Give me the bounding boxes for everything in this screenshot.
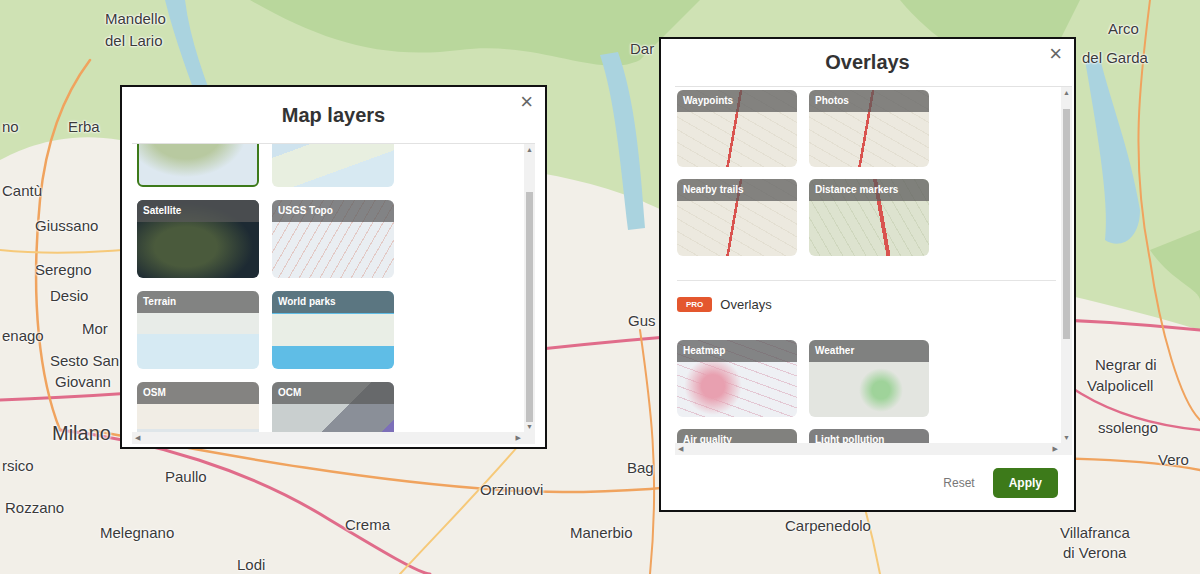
map-label: Negrar di <box>1095 356 1157 374</box>
map-label: Gus <box>628 312 656 330</box>
map-label: enago <box>2 327 44 345</box>
reset-button[interactable]: Reset <box>943 476 974 490</box>
map-label: Melegnano <box>100 524 174 542</box>
dialog-header: Overlays × <box>661 39 1074 86</box>
map-label: Giussano <box>35 217 98 235</box>
map-label: Sesto San <box>50 352 119 370</box>
dialog-title: Overlays <box>825 51 910 74</box>
tile-label: Heatmap <box>677 340 797 362</box>
layer-tile[interactable]: World parks <box>272 291 394 369</box>
tile-label: Nearby trails <box>677 179 797 201</box>
map-label: Arco <box>1108 20 1139 38</box>
layers-list: Satellite USGS Topo Terrain World parks OSM O… <box>132 143 535 444</box>
layer-tile[interactable]: USGS Topo <box>272 200 394 278</box>
map-label: del Garda <box>1082 49 1148 67</box>
map-label: ssolengo <box>1098 419 1158 437</box>
horizontal-scrollbar[interactable]: ◀▶ <box>675 443 1072 455</box>
map-label: Desio <box>50 287 88 305</box>
map-label: rsico <box>2 457 34 475</box>
map-label: Paullo <box>165 468 207 486</box>
map-label: Lodi <box>237 556 265 574</box>
tile-label: Distance markers <box>809 179 929 201</box>
scroll-left-icon[interactable]: ◀ <box>678 445 683 452</box>
tile-label: OCM <box>272 382 394 404</box>
map-label: Crema <box>345 516 390 534</box>
map-label: Giovann <box>55 373 111 391</box>
map-layers-dialog: Map layers × Satellite USGS Topo Terrain Worl… <box>120 85 547 449</box>
overlays-grid: Waypoints Photos Nearby trails Distance mar… <box>677 90 1056 256</box>
scrollbar-thumb[interactable] <box>526 192 533 422</box>
layer-tile[interactable]: Nearby trails <box>677 179 797 256</box>
tile-label: OSM <box>137 382 259 404</box>
layer-tile[interactable]: Weather <box>809 340 929 417</box>
close-icon[interactable]: × <box>1049 43 1062 65</box>
map-label: Dar <box>630 40 654 58</box>
map-label: Erba <box>68 118 100 136</box>
map-label: Rozzano <box>5 499 64 517</box>
tile-label: Satellite <box>137 200 259 222</box>
tile-label: Photos <box>809 90 929 112</box>
map-label: Orzinuovi <box>480 481 543 499</box>
vertical-scrollbar[interactable]: ▲▼ <box>524 144 535 432</box>
map-label: del Lario <box>105 32 163 50</box>
apply-button[interactable]: Apply <box>993 468 1058 498</box>
layer-tile[interactable]: Photos <box>809 90 929 167</box>
overlays-content: Waypoints Photos Nearby trails Distance mar… <box>675 87 1072 455</box>
dialog-footer: Reset Apply <box>661 455 1074 510</box>
tile-label: World parks <box>272 291 394 313</box>
map-label: Milano <box>52 421 111 445</box>
tile-label: Weather <box>809 340 929 362</box>
map-label: di Verona <box>1063 544 1126 562</box>
layer-tile[interactable] <box>272 143 394 187</box>
map-label: Bag <box>627 459 654 477</box>
tile-label: Waypoints <box>677 90 797 112</box>
map-label: Cantù <box>2 182 42 200</box>
map-label: Vero <box>1158 451 1189 469</box>
scroll-down-icon[interactable]: ▼ <box>1063 434 1070 441</box>
dialog-title: Map layers <box>282 104 385 127</box>
map-label: no <box>2 118 19 136</box>
map-label: Mor <box>82 320 108 338</box>
overlays-dialog: Overlays × Waypoints Photos Nearby trails Dis… <box>659 37 1076 512</box>
dialog-header: Map layers × <box>122 87 545 143</box>
horizontal-scrollbar[interactable]: ◀▶ <box>132 432 535 444</box>
tile-label: USGS Topo <box>272 200 394 222</box>
scrollbar-thumb[interactable] <box>1063 109 1070 339</box>
pro-badge: PRO <box>677 297 712 312</box>
layer-tile[interactable] <box>137 143 259 187</box>
scroll-down-icon[interactable]: ▼ <box>526 423 533 430</box>
map-label: Carpenedolo <box>785 517 871 535</box>
map-label: Seregno <box>35 261 92 279</box>
layers-grid: Satellite USGS Topo Terrain World parks OSM O… <box>132 143 535 444</box>
map-label: Valpolicell <box>1087 377 1153 395</box>
vertical-scrollbar[interactable]: ▲▼ <box>1061 87 1072 443</box>
scroll-up-icon[interactable]: ▲ <box>526 146 533 153</box>
map-label: Manerbio <box>570 524 633 542</box>
close-icon[interactable]: × <box>520 91 533 113</box>
pro-section-title: Overlays <box>720 297 771 312</box>
pro-overlays-grid: HeatmapWeatherAir qualityLight pollution <box>677 340 1056 455</box>
layer-tile[interactable]: Waypoints <box>677 90 797 167</box>
scroll-right-icon[interactable]: ▶ <box>1053 445 1058 452</box>
section-divider <box>677 280 1056 281</box>
layer-tile[interactable]: Terrain <box>137 291 259 369</box>
scroll-up-icon[interactable]: ▲ <box>1063 89 1070 96</box>
overlays-list: Waypoints Photos Nearby trails Distance mar… <box>675 86 1072 455</box>
scroll-left-icon[interactable]: ◀ <box>135 434 140 441</box>
pro-section-header: PRO Overlays <box>677 297 1056 312</box>
layer-tile[interactable]: Distance markers <box>809 179 929 256</box>
tile-label: Terrain <box>137 291 259 313</box>
layer-tile[interactable]: Heatmap <box>677 340 797 417</box>
map-label: Villafranca <box>1060 524 1130 542</box>
layer-tile[interactable]: Satellite <box>137 200 259 278</box>
map-label: Mandello <box>105 10 166 28</box>
scroll-right-icon[interactable]: ▶ <box>516 434 521 441</box>
